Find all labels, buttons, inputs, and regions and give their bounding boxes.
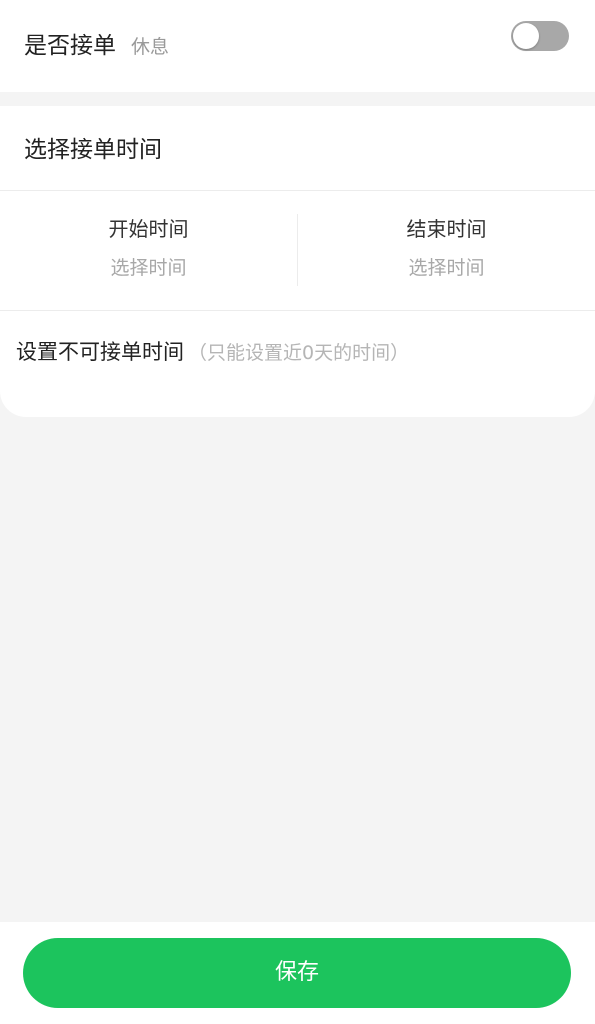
end-time-value: 选择时间 — [408, 257, 485, 279]
end-time-picker[interactable]: 结束时间 选择时间 — [298, 214, 595, 282]
save-button[interactable]: 保存 — [23, 938, 571, 1008]
start-time-label: 开始时间 — [108, 217, 189, 241]
unavailable-time-row[interactable]: 设置不可接单时间 （只能设置近0天的时间） — [16, 337, 409, 368]
start-time-value: 选择时间 — [110, 257, 187, 279]
bottom-bar: 保存 — [0, 922, 595, 1024]
unavailable-time-label: 设置不可接单时间 — [16, 340, 184, 364]
toggle-knob — [513, 23, 539, 49]
accept-orders-row: 是否接单 休息 — [0, 0, 595, 92]
order-time-title: 选择接单时间 — [24, 137, 162, 163]
accept-orders-status: 休息 — [131, 36, 170, 58]
start-time-picker[interactable]: 开始时间 选择时间 — [0, 214, 297, 282]
accept-orders-toggle[interactable] — [511, 21, 569, 51]
divider — [0, 190, 595, 191]
end-time-label: 结束时间 — [406, 217, 487, 241]
unavailable-time-hint: （只能设置近0天的时间） — [188, 342, 410, 364]
page: 是否接单 休息 选择接单时间 开始时间 选择时间 结束时间 选择时间 设置不可接… — [0, 0, 595, 1024]
divider — [0, 310, 595, 311]
accept-orders-label: 是否接单 — [24, 33, 116, 59]
order-time-card: 选择接单时间 开始时间 选择时间 结束时间 选择时间 设置不可接单时间 （只能设置… — [0, 106, 595, 417]
